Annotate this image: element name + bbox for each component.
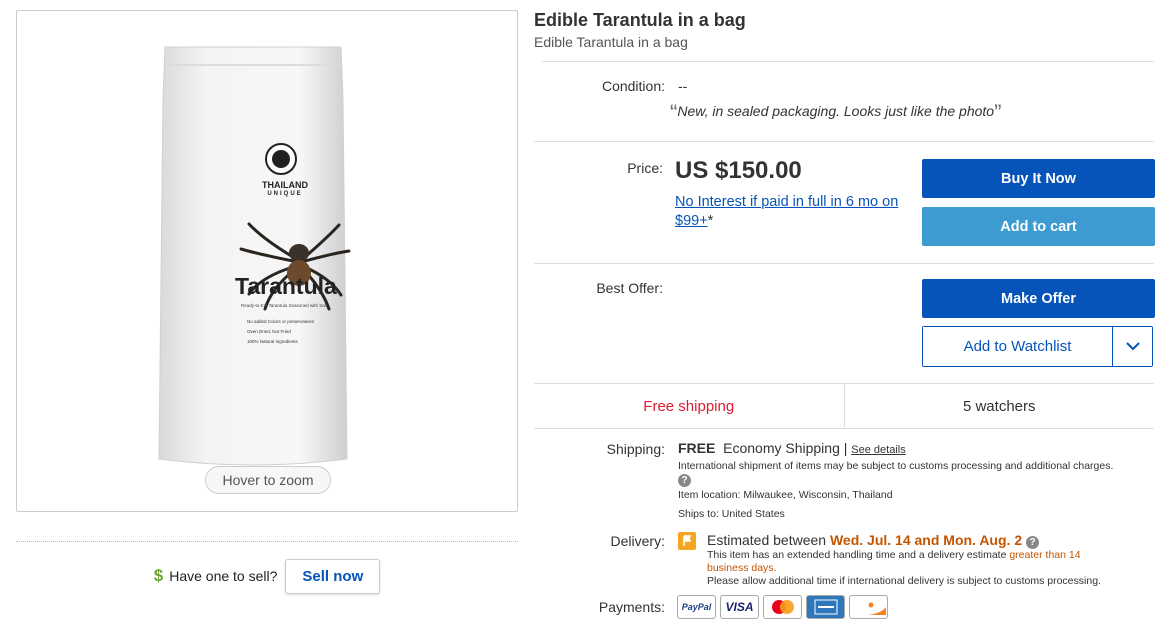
paypal-label: PayPal [681,602,712,612]
financing-asterisk: * [707,213,714,229]
flag-icon-glyph [683,535,692,546]
visa-icon: VISA [720,595,759,619]
flag-icon [678,532,696,550]
discover-icon [849,595,888,619]
payments-label: Payments: [598,599,665,615]
sell-divider [16,541,518,542]
amex-logo [814,599,837,615]
condition-divider [534,141,1154,142]
condition-value: -- [678,78,688,94]
open-quote-icon: “ [670,100,678,125]
chevron-down-icon [1125,342,1140,351]
condition-label: Condition: [601,78,665,94]
watchers-count: 5 watchers [843,384,1155,428]
shipping-separator: | [843,440,848,456]
delivery-dates: Wed. Jul. 14 and Mon. Aug. 2 [829,532,1023,548]
ships-to: Ships to: United States [678,508,785,520]
title-divider [542,61,1154,62]
payment-methods: PayPal VISA [677,595,888,619]
see-details-link[interactable]: See details [851,444,905,456]
help-icon[interactable]: ? [678,474,691,487]
mastercard-logo [771,600,794,614]
shipping-summary: FREE Economy Shipping | See details [678,440,906,456]
bag-check-item: No added Colors or preservatives [247,319,315,324]
item-title: Edible Tarantula in a bag [534,10,746,30]
product-image [158,46,351,466]
sell-prompt: Have one to sell? [169,568,278,584]
add-to-watchlist-button[interactable]: Add to Watchlist [923,327,1112,366]
item-subtitle: Edible Tarantula in a bag [534,34,688,50]
amex-icon [806,595,845,619]
delivery-prefix: Estimated between [707,532,827,548]
bag-brand-line2: UNIQUE [267,191,303,197]
price-amount: US $150.00 [675,157,802,184]
delivery-note-prefix: This item has an extended handling time … [707,549,1007,561]
shipping-label: Shipping: [606,441,665,457]
seller-note: “New, in sealed packaging. Looks just li… [670,96,1002,125]
watchlist-dropdown-button[interactable] [1112,327,1152,366]
financing-offer: No Interest if paid in full in 6 mo on $… [675,193,913,231]
dollar-icon: $ [153,566,164,585]
bag-checklist: No added Colors or preservatives Oven Dr… [247,317,314,347]
make-offer-button[interactable]: Make Offer [922,279,1155,318]
bag-check-item: 100% Natural Ingredients [247,339,298,344]
help-icon[interactable]: ? [1026,536,1039,549]
shipping-method: Economy Shipping [723,440,840,456]
sell-row: $ Have one to sell? Sell now [16,558,518,594]
shipping-watchers-strip: Free shipping 5 watchers [534,383,1154,429]
delivery-note: This item has an extended handling time … [707,549,1117,575]
product-image-panel[interactable]: THAILAND UNIQUE Tarantula Ready-to-Eat T… [16,10,518,512]
sell-now-button[interactable]: Sell now [285,558,381,594]
delivery-estimate: Estimated between Wed. Jul. 14 and Mon. … [707,532,1039,549]
delivery-customs-note: Please allow additional time if internat… [707,575,1101,587]
bag-check-item: Oven Dried, Not Fried [247,329,291,334]
visa-label: VISA [725,600,754,614]
free-shipping-badge: Free shipping [643,397,735,415]
bag-product-name: Tarantula [235,273,337,299]
intl-shipping-note: International shipment of items may be s… [678,460,1114,472]
buy-it-now-button[interactable]: Buy It Now [922,159,1155,198]
bag-brand-line1: THAILAND [262,180,308,190]
bag-brand: THAILAND UNIQUE [255,181,315,199]
price-divider [534,263,1154,264]
paypal-icon: PayPal [677,595,716,619]
price-label: Price: [627,160,663,176]
mastercard-icon [763,595,802,619]
shipping-free: FREE [678,440,716,456]
add-to-cart-button[interactable]: Add to cart [922,207,1155,246]
hover-to-zoom-hint: Hover to zoom [205,466,331,494]
intl-help-wrap: ? [678,474,691,487]
item-location: Item location: Milwaukee, Wisconsin, Tha… [678,489,893,501]
best-offer-label: Best Offer: [596,280,663,296]
watchlist-group: Add to Watchlist [922,326,1153,367]
bag-tagline: Ready-to-Eat Tarantula Seasoned with Sal… [241,303,327,308]
seller-note-text: New, in sealed packaging. Looks just lik… [677,103,995,119]
discover-logo [852,602,886,615]
close-quote-icon: ” [994,100,1002,125]
delivery-label: Delivery: [610,533,665,549]
